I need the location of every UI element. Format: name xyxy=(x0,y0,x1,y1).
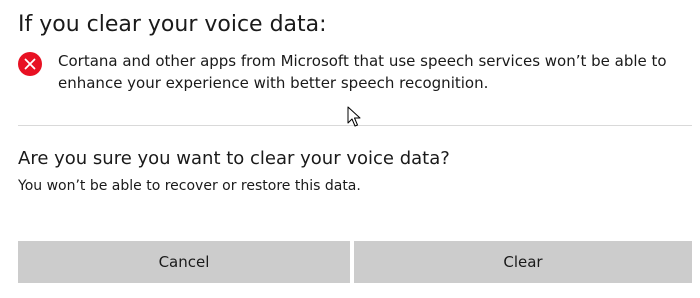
clear-button[interactable]: Clear xyxy=(354,241,692,283)
cancel-button[interactable]: Cancel xyxy=(18,241,350,283)
error-icon xyxy=(18,52,42,76)
clear-voice-data-dialog: If you clear your voice data: Cortana an… xyxy=(0,0,700,298)
dialog-heading: If you clear your voice data: xyxy=(18,12,327,37)
confirmation-question: Are you sure you want to clear your voic… xyxy=(18,148,450,169)
warning-text: Cortana and other apps from Microsoft th… xyxy=(58,52,667,92)
mouse-pointer-icon xyxy=(347,106,363,128)
irreversible-note: You won’t be able to recover or restore … xyxy=(18,178,361,194)
